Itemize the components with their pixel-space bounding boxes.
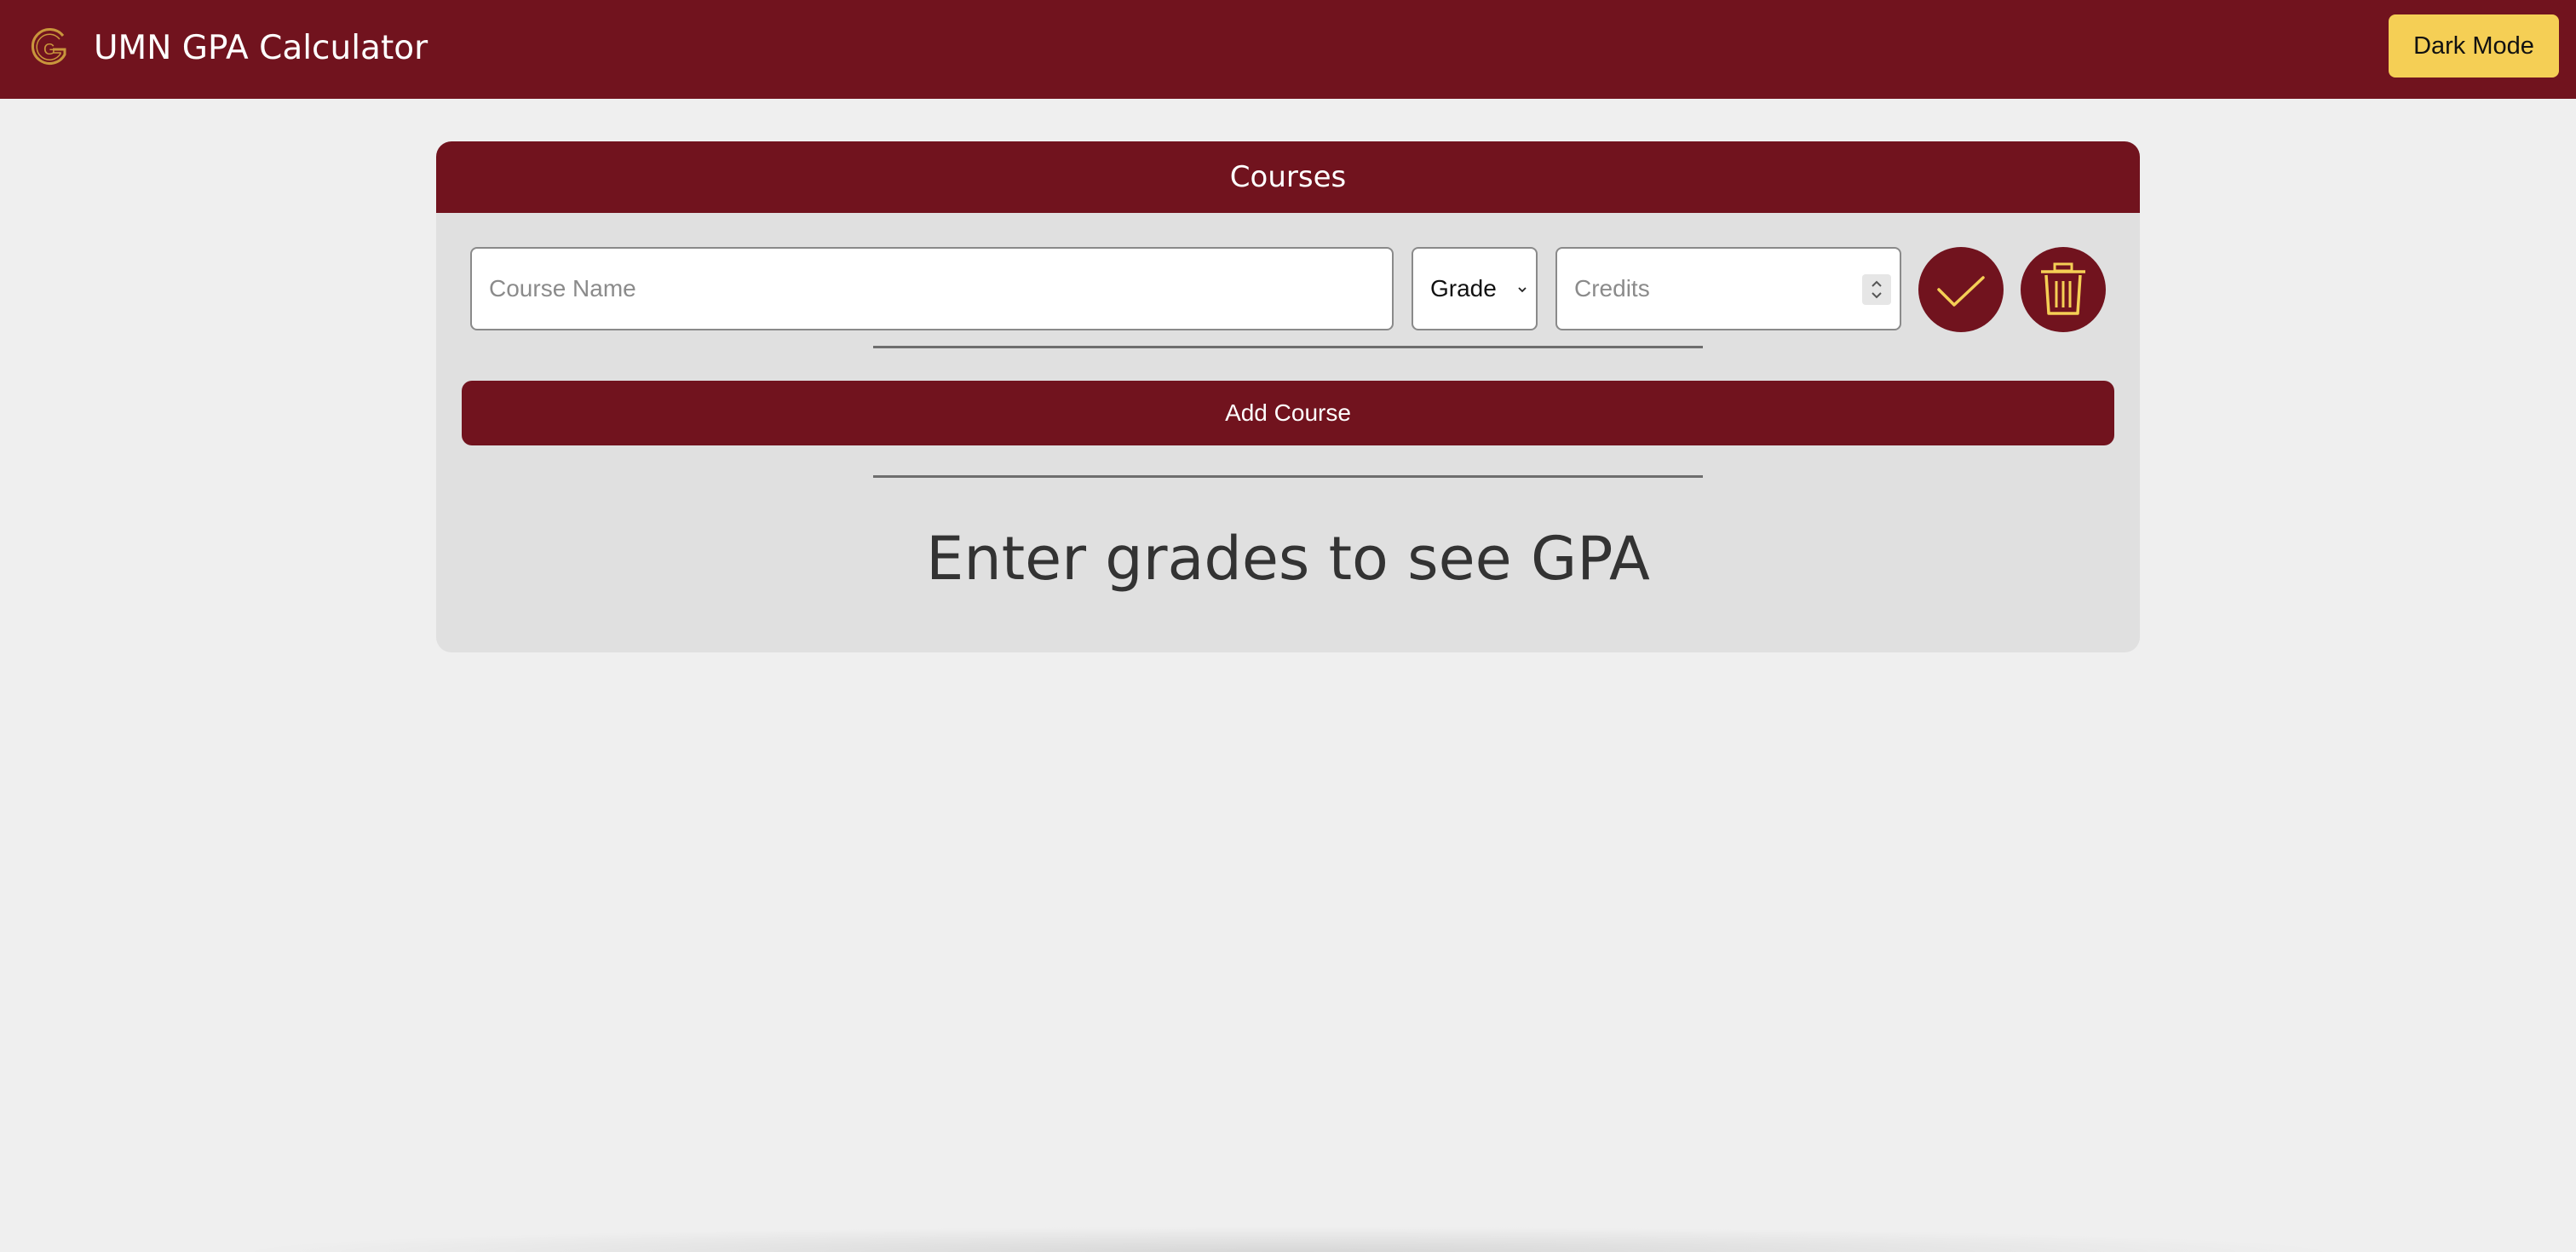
footer-shadow [221, 1226, 2355, 1252]
svg-text:G: G [43, 41, 55, 58]
divider [873, 475, 1703, 478]
credits-placeholder: Credits [1574, 275, 1650, 302]
dark-mode-button[interactable]: Dark Mode [2389, 14, 2559, 78]
delete-course-button[interactable] [2021, 247, 2106, 332]
course-name-input[interactable] [470, 247, 1394, 330]
logo-icon: G [31, 28, 66, 66]
gpa-message: Enter grades to see GPA [926, 524, 1650, 594]
grade-select[interactable]: Grade [1412, 247, 1538, 330]
confirm-course-button[interactable] [1918, 247, 2004, 332]
divider [873, 346, 1703, 348]
top-bar: G UMN GPA Calculator Dark Mode [0, 0, 2576, 99]
trash-icon [2041, 262, 2085, 315]
app-title: UMN GPA Calculator [94, 29, 428, 67]
number-spinner-icon[interactable] [1862, 274, 1891, 305]
grade-select-value: Grade [1430, 275, 1497, 302]
add-course-button[interactable]: Add Course [462, 381, 2114, 445]
chevron-down-icon [1518, 287, 1527, 293]
courses-card-title: Courses [436, 141, 2140, 213]
credits-input[interactable]: Credits [1555, 247, 1901, 330]
courses-card: Courses Grade Credits Add Course Ent [436, 141, 2140, 652]
check-icon [1937, 276, 1985, 307]
